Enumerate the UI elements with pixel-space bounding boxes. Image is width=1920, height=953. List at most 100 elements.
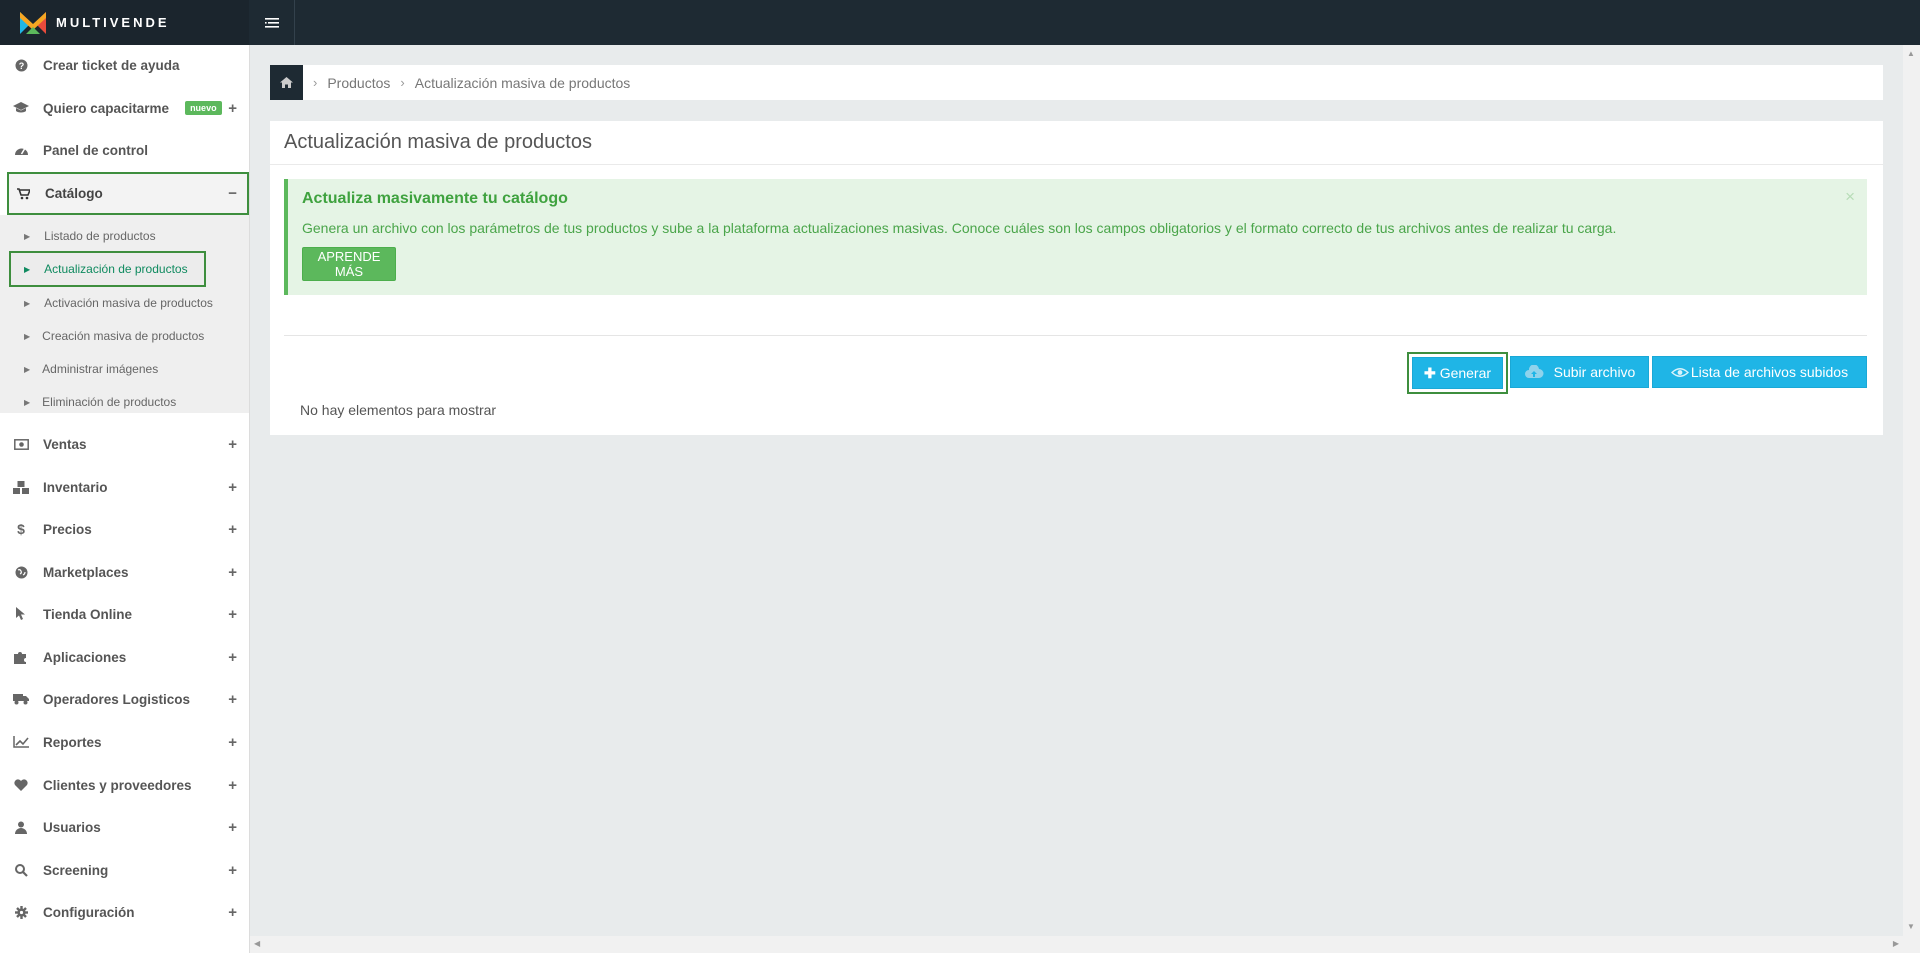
submenu-item-activacion-masiva[interactable]: ▶ Activación masiva de productos — [0, 287, 249, 319]
sidebar-item-panel-control[interactable]: Panel de control — [0, 130, 249, 170]
puzzle-icon — [11, 650, 31, 664]
vertical-scrollbar[interactable]: ▲ ▼ — [1903, 45, 1920, 953]
sidebar-item-screening[interactable]: Screening + — [0, 850, 249, 890]
sidebar-item-label: Marketplaces — [43, 564, 129, 580]
expand-icon[interactable]: + — [228, 564, 237, 581]
sidebar-item-configuracion[interactable]: Configuración + — [0, 892, 249, 932]
expand-icon[interactable]: + — [228, 862, 237, 879]
breadcrumb-productos-link[interactable]: Productos — [327, 75, 390, 91]
sidebar-item-label: Ventas — [43, 436, 87, 452]
caret-right-icon: ▶ — [24, 397, 31, 407]
submenu-item-creacion-masiva[interactable]: ▶ Creación masiva de productos — [0, 320, 249, 352]
expand-icon[interactable]: + — [228, 100, 237, 117]
line-chart-icon — [11, 736, 31, 748]
sidebar-item-crear-ticket[interactable]: ? Crear ticket de ayuda — [0, 45, 249, 85]
sidebar-item-label: Tienda Online — [43, 606, 133, 622]
eye-icon — [1670, 367, 1689, 377]
generar-button[interactable]: ✚ Generar — [1412, 357, 1503, 389]
heart-icon — [11, 779, 31, 791]
sidebar-item-label: Aplicaciones — [43, 649, 127, 665]
expand-icon[interactable]: + — [228, 436, 237, 453]
brand-name: MULTIVENDE — [56, 15, 170, 30]
lista-archivos-button[interactable]: Lista de archivos subidos — [1652, 356, 1867, 388]
svg-text:?: ? — [18, 61, 24, 71]
subir-archivo-button[interactable]: Subir archivo — [1510, 356, 1649, 388]
gear-icon — [11, 905, 31, 919]
scroll-down-icon[interactable]: ▼ — [1907, 922, 1915, 931]
sidebar-item-label: Quiero capacitarme — [43, 100, 170, 116]
info-alert: Actualiza masivamente tu catálogo × Gene… — [284, 179, 1867, 295]
globe-icon — [11, 566, 31, 579]
collapse-icon[interactable]: − — [228, 185, 237, 202]
breadcrumb-separator-icon: › — [400, 75, 405, 90]
expand-icon[interactable]: + — [228, 819, 237, 836]
caret-right-icon: ▶ — [24, 364, 31, 374]
submenu-item-administrar-imagenes[interactable]: ▶ Administrar imágenes — [0, 353, 249, 385]
sidebar-item-label: Precios — [43, 521, 92, 537]
sidebar-item-inventario[interactable]: Inventario + — [0, 467, 249, 507]
top-bar: MULTIVENDE — [0, 0, 1920, 45]
scroll-right-icon[interactable]: ▶ — [1893, 939, 1899, 948]
expand-icon[interactable]: + — [228, 691, 237, 708]
expand-icon[interactable]: + — [228, 649, 237, 666]
sidebar-item-label: Catálogo — [45, 186, 103, 201]
sidebar-item-usuarios[interactable]: Usuarios + — [0, 807, 249, 847]
main-panel: Actualización masiva de productos Actual… — [270, 121, 1883, 435]
sidebar-item-aplicaciones[interactable]: Aplicaciones + — [0, 637, 249, 677]
expand-icon[interactable]: + — [228, 777, 237, 794]
sidebar-item-label: Usuarios — [43, 819, 101, 835]
dashboard-icon — [11, 144, 31, 156]
sidebar-item-label: Clientes y proveedores — [43, 777, 192, 793]
brand[interactable]: MULTIVENDE — [0, 0, 249, 45]
sidebar-item-precios[interactable]: $ Precios + — [0, 509, 249, 549]
expand-icon[interactable]: + — [228, 606, 237, 623]
expand-icon[interactable]: + — [228, 521, 237, 538]
sidebar-item-label: Crear ticket de ayuda — [43, 57, 180, 73]
sidebar-item-catalogo[interactable]: Catálogo − — [7, 172, 249, 215]
new-badge: nuevo — [185, 101, 222, 115]
sidebar-item-label: Reportes — [43, 734, 102, 750]
expand-icon[interactable]: + — [228, 479, 237, 496]
title-divider — [270, 164, 1883, 165]
breadcrumb-home-button[interactable] — [270, 65, 303, 100]
breadcrumb-separator-icon: › — [313, 75, 318, 90]
sidebar-item-label: Screening — [43, 862, 109, 878]
expand-icon[interactable]: + — [228, 734, 237, 751]
submenu-item-actualizacion-productos[interactable]: ▶ Actualización de productos — [9, 251, 206, 287]
empty-state-text: No hay elementos para mostrar — [300, 402, 497, 418]
sidebar-item-operadores-logisticos[interactable]: Operadores Logisticos + — [0, 679, 249, 719]
expand-icon[interactable]: + — [228, 904, 237, 921]
horizontal-scrollbar[interactable]: ◀ ▶ — [250, 936, 1903, 953]
submenu-item-label: Administrar imágenes — [42, 362, 159, 376]
sidebar-item-reportes[interactable]: Reportes + — [0, 722, 249, 762]
sidebar-item-marketplaces[interactable]: Marketplaces + — [0, 552, 249, 592]
menu-toggle-button[interactable] — [250, 0, 295, 45]
section-divider — [284, 335, 1867, 336]
page-title: Actualización masiva de productos — [284, 131, 592, 153]
generar-label: Generar — [1439, 365, 1492, 381]
sidebar-item-ventas[interactable]: Ventas + — [0, 424, 249, 464]
scroll-left-icon[interactable]: ◀ — [254, 939, 260, 948]
submenu-item-eliminacion-productos[interactable]: ▶ Eliminación de productos — [0, 386, 249, 418]
close-icon[interactable]: × — [1845, 187, 1855, 207]
money-icon — [11, 438, 31, 450]
sidebar-item-label: Configuración — [43, 904, 135, 920]
pointer-icon — [11, 607, 31, 621]
sidebar-item-clientes-proveedores[interactable]: Clientes y proveedores + — [0, 765, 249, 805]
caret-right-icon: ▶ — [24, 264, 31, 274]
menu-icon — [265, 17, 279, 28]
submenu-item-label: Eliminación de productos — [42, 395, 177, 409]
alert-title: Actualiza masivamente tu catálogo — [302, 190, 568, 207]
sidebar-item-quiero-capacitarme[interactable]: Quiero capacitarme nuevo + — [0, 88, 249, 128]
submenu-item-label: Listado de productos — [44, 229, 156, 243]
truck-icon — [11, 693, 31, 705]
sidebar-item-label: Panel de control — [43, 142, 149, 158]
home-icon — [280, 77, 293, 88]
scroll-up-icon[interactable]: ▲ — [1907, 49, 1915, 58]
user-icon — [11, 821, 31, 834]
sidebar-item-tienda-online[interactable]: Tienda Online + — [0, 594, 249, 634]
breadcrumb-current: Actualización masiva de productos — [414, 74, 631, 91]
learn-more-button[interactable]: APRENDE MÁS — [302, 247, 396, 281]
graduation-cap-icon — [11, 102, 31, 114]
submenu-item-listado-productos[interactable]: ▶ Listado de productos — [0, 220, 249, 252]
